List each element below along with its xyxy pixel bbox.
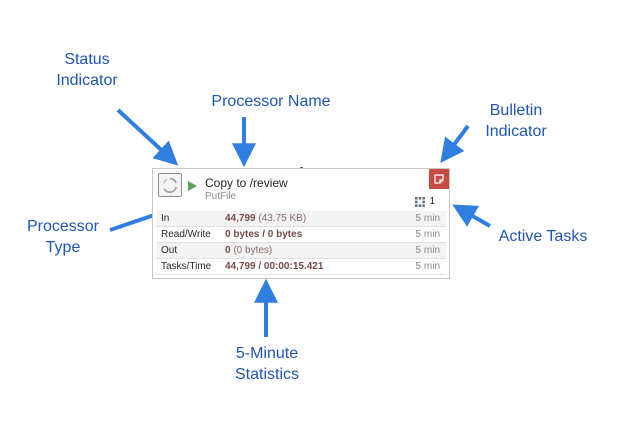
callout-status-indicator: Status Indicator (56, 51, 118, 89)
running-status-icon (188, 178, 197, 196)
callout-processor-type: Processor Type (26, 218, 100, 256)
bulletin-indicator[interactable] (429, 169, 449, 189)
stat-value: 44,799 (43.75 KB) (225, 213, 307, 224)
arrow-bulletin-indicator (440, 124, 470, 163)
processor-type-icon (158, 173, 182, 197)
stat-label: Tasks/Time (161, 261, 212, 272)
processor-box[interactable]: Copy to /review PutFile 1 In 44,799 (43.… (152, 168, 450, 279)
stat-value: 44,799 / 00:00:15.421 (225, 261, 324, 272)
callout-processor-name: Processor Name (211, 93, 331, 110)
stat-window: 5 min (415, 229, 440, 240)
thread-grid-icon (415, 196, 426, 207)
stat-row-tasks-time: Tasks/Time 44,799 / 00:00:15.421 5 min (156, 259, 446, 275)
active-tasks-count: 1 (429, 196, 435, 207)
arrow-active-tasks (452, 204, 491, 228)
bulletin-icon (434, 174, 444, 184)
stat-label: Out (161, 245, 178, 256)
stat-value: 0 (0 bytes) (225, 245, 273, 256)
stat-window: 5 min (415, 245, 440, 256)
callout-bulletin-indicator: Bulletin Indicator (485, 102, 547, 140)
active-tasks: 1 (415, 196, 435, 207)
processor-type: PutFile (205, 191, 237, 202)
stat-window: 5 min (415, 261, 440, 272)
stat-label: In (161, 213, 170, 224)
stat-label: Read/Write (161, 229, 211, 240)
stat-value: 0 bytes / 0 bytes (225, 229, 303, 240)
five-minute-statistics: In 44,799 (43.75 KB) 5 min Read/Write 0 … (156, 211, 446, 275)
processor-name: Copy to /review (205, 176, 288, 190)
arrow-status-indicator (116, 108, 179, 166)
callout-active-tasks: Active Tasks (498, 228, 588, 245)
stat-row-read-write: Read/Write 0 bytes / 0 bytes 5 min (156, 227, 446, 243)
stat-row-in: In 44,799 (43.75 KB) 5 min (156, 211, 446, 227)
stat-row-out: Out 0 (0 bytes) 5 min (156, 243, 446, 259)
stat-window: 5 min (415, 213, 440, 224)
callout-five-minute-statistics: 5-Minute Statistics (234, 345, 299, 383)
